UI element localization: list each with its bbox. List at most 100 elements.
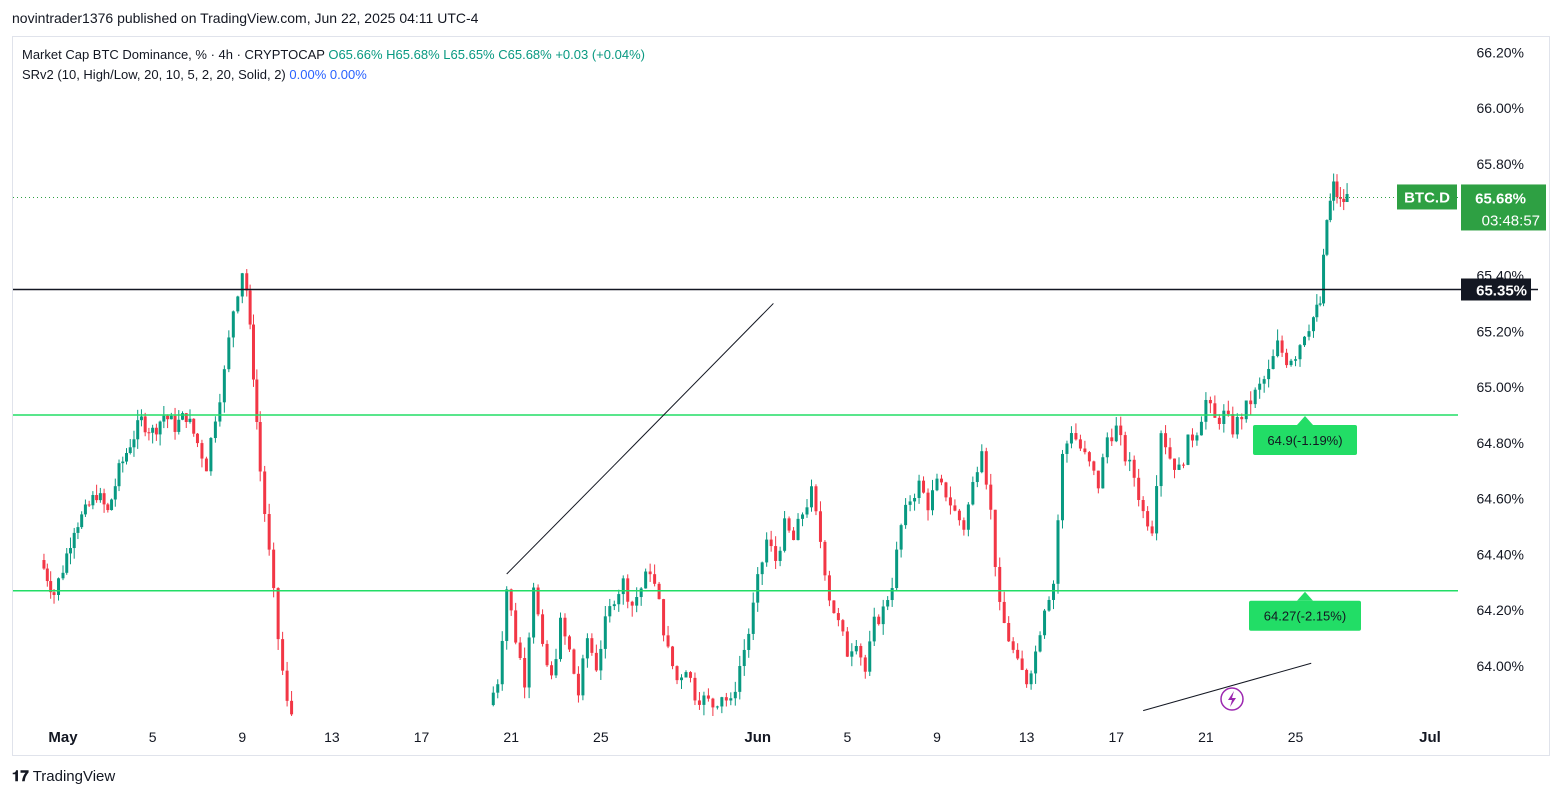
candle-body [227,337,231,370]
candle-body [711,698,715,708]
symbol-line[interactable]: Market Cap BTC Dominance, % · 4h · CRYPT… [22,47,325,62]
candle-body [1335,181,1339,198]
candle-body [653,574,657,584]
candle-body [715,706,719,708]
candle-body [192,418,196,434]
candle-body [231,311,235,338]
y-tick-label: 64.80% [1477,435,1524,451]
candle-body [72,532,76,549]
candle-body [272,549,276,589]
candle-body [576,673,580,696]
candle-body [989,484,993,510]
y-tick-label: 66.20% [1477,44,1524,60]
trendline[interactable] [613,303,774,466]
candle-body [917,480,921,498]
candle-body [1159,433,1163,487]
candle-body [1177,464,1181,470]
candle-body [83,504,87,515]
candle-body [868,641,872,672]
candle-body [1087,452,1091,462]
candle-body [724,697,728,701]
candle-body [684,672,688,678]
candle-body [158,421,162,435]
x-tick-label: 13 [1019,729,1035,745]
candle-body [1244,400,1248,420]
candle-body [854,645,858,652]
y-tick-label: 64.20% [1477,602,1524,618]
x-tick-label: 9 [238,729,246,745]
x-tick-label: Jul [1419,729,1441,746]
candle-group [491,173,1349,716]
candle-body [1190,434,1194,441]
footer-brand: TradingView [32,768,116,785]
candle-body [675,666,679,681]
candle-body [281,639,285,671]
candle-body [1002,601,1006,623]
candle-body [1105,437,1109,458]
candle-body [169,415,173,420]
x-tick-label: 25 [593,729,609,745]
close-value: C65.68% [498,47,552,62]
candle-body [258,421,262,472]
candle-body [859,645,863,658]
candle-body [948,497,952,506]
candle-body [514,610,518,643]
tradingview-logo[interactable]: 𝟏𝟕 TradingView [12,768,115,785]
candle-body [98,493,102,501]
candle-body [962,520,966,530]
candle-body [1186,434,1190,465]
candle-body [567,636,571,650]
candle-body [91,495,95,506]
candle-body [1311,317,1315,332]
y-tick-label: 65.00% [1477,379,1524,395]
x-tick-label: 5 [149,729,157,745]
candle-body [139,416,143,421]
candle-body [1318,303,1322,305]
candle-body [1141,500,1145,512]
candle-body [939,478,943,483]
candle-body [200,443,204,459]
candle-body [720,697,724,707]
candle-body [95,495,99,501]
candle-body [110,499,114,511]
trendline[interactable] [1143,662,1312,712]
candle-body [61,572,65,579]
candle-body [581,658,585,696]
price-chart[interactable]: 64.9(-1.19%) 64.27(-2.15%) 66.20% 66.00% 65.… [0,0,1563,800]
candle-body [166,415,170,420]
high-value: H65.68% [386,47,440,62]
candle-body [106,504,110,511]
candle-body [572,649,576,674]
candle-body [532,587,536,638]
candle-body [42,560,46,569]
candle-body [931,490,935,511]
candle-body [1132,459,1136,478]
candle-body [1164,433,1168,448]
open-value: O65.66% [328,47,383,62]
candle-body [1345,194,1349,202]
candle-body [222,369,226,403]
candle-body [290,700,294,715]
indicator-value-2: 0.00% [329,67,367,82]
candle-body [1078,439,1082,449]
x-tick-label: 21 [1198,729,1214,745]
candle-body [774,546,778,561]
candle-body [1235,417,1239,435]
candle-body [1322,254,1326,304]
candle-body [756,574,760,603]
candle-body [1328,200,1332,221]
indicator-name[interactable]: SRv2 (10, High/Low, 20, 10, 5, 2, 20, So… [22,67,286,82]
x-tick-label: 5 [843,729,851,745]
trendline[interactable] [506,464,615,575]
candle-body [527,637,531,688]
candle-body [980,451,984,473]
candle-body [151,427,155,433]
candle-body [57,578,61,595]
candle-body [1007,622,1011,642]
candle-body [209,438,213,472]
candle-body [1195,435,1199,441]
y-tick-label: 65.20% [1477,323,1524,339]
candle-body [944,482,948,498]
candle-body [630,601,634,606]
candle-body [738,666,742,692]
